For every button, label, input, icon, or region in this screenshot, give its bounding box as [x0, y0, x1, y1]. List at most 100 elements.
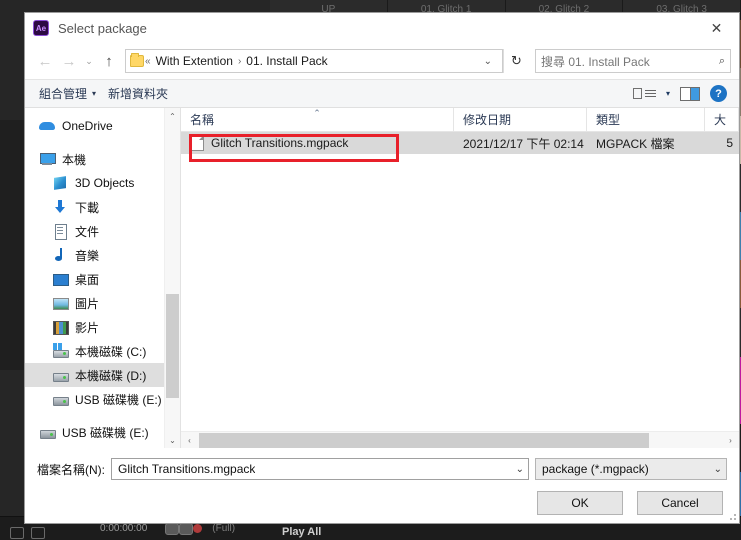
preview-pane-icon[interactable]	[680, 86, 700, 101]
select-package-dialog: Ae Select package ✕ ← → ⌄ ↑ « With Exten…	[24, 12, 740, 524]
column-header-size[interactable]: 大	[705, 108, 739, 131]
search-input[interactable]: 搜尋 01. Install Pack	[541, 53, 650, 70]
cloud-icon	[39, 118, 55, 134]
sidebar-item-label: 圖片	[75, 296, 100, 311]
address-bar[interactable]: « With Extention › 01. Install Pack ⌄	[125, 49, 503, 73]
forward-button[interactable]: →	[57, 49, 81, 73]
command-bar: 組合管理 ▾ 新增資料夾 ▾ ?	[25, 79, 739, 108]
drive-icon	[52, 367, 69, 383]
back-button[interactable]: ←	[33, 49, 57, 73]
file-name-label: Glitch Transitions.mgpack	[211, 136, 349, 150]
sidebar-item-label: 影片	[75, 320, 100, 335]
organize-button[interactable]: 組合管理 ▾	[33, 85, 102, 102]
cancel-button[interactable]: Cancel	[637, 491, 723, 515]
recent-locations-button[interactable]: ⌄	[81, 49, 97, 73]
sidebar-item-9[interactable]: 本機磁碟 (C:)	[25, 339, 180, 363]
filter-chevron-down-icon[interactable]: ⌄	[706, 464, 722, 475]
sidebar-item-label: 本機磁碟 (D:)	[75, 368, 147, 383]
new-folder-label: 新增資料夾	[108, 87, 169, 101]
sidebar-item-8[interactable]: 影片	[25, 315, 180, 339]
sidebar-item-3[interactable]: 下載	[25, 195, 180, 219]
sidebar-item-1[interactable]: 本機	[25, 147, 180, 171]
sidebar-item-12[interactable]: USB 磁碟機 (E:)	[25, 420, 180, 444]
sidebar-item-label: USB 磁碟機 (E:)	[62, 425, 149, 440]
music-icon	[52, 247, 68, 263]
table-row[interactable]: Glitch Transitions.mgpack 2021/12/17 下午 …	[181, 132, 739, 154]
column-header-size-label: 大	[714, 113, 727, 127]
sidebar-item-5[interactable]: 音樂	[25, 243, 180, 267]
refresh-icon[interactable]: ↻	[503, 49, 529, 73]
breadcrumb-overflow-icon[interactable]: «	[144, 56, 152, 67]
view-list-icon	[644, 90, 656, 97]
address-dropdown-icon[interactable]: ⌄	[478, 56, 498, 67]
view-grid-icon	[632, 88, 642, 99]
file-type-filter-select[interactable]: package (*.mgpack) ⌄	[535, 458, 727, 480]
desktop-icon	[52, 271, 69, 287]
3d-objects-icon	[52, 175, 68, 191]
usb-drive-icon	[52, 391, 69, 407]
sidebar-scroll-thumb[interactable]	[166, 294, 179, 398]
column-header-date-label: 修改日期	[463, 113, 512, 127]
after-effects-icon: Ae	[33, 20, 49, 36]
file-list-horizontal-scrollbar[interactable]: ‹ ›	[181, 431, 739, 448]
sidebar-item-label: 下載	[75, 200, 100, 215]
navigation-bar: ← → ⌄ ↑ « With Extention › 01. Install P…	[25, 43, 739, 79]
file-rows: Glitch Transitions.mgpack 2021/12/17 下午 …	[181, 132, 739, 431]
sidebar-tree: OneDrive 本機 3D Objects 下載文件音樂桌面圖片影片本機磁碟 (C:…	[25, 108, 180, 444]
scroll-down-icon[interactable]: ⌄	[165, 432, 180, 448]
search-icon: ⌕	[718, 54, 725, 67]
filename-row: 檔案名稱(N): Glitch Transitions.mgpack ⌄ pac…	[37, 458, 727, 480]
resize-grip[interactable]	[726, 510, 736, 520]
column-headers: ⌃ 名稱 修改日期 類型 大	[181, 108, 739, 132]
sort-ascending-icon: ⌃	[313, 108, 321, 118]
file-name-cell[interactable]: Glitch Transitions.mgpack	[181, 135, 454, 151]
bg-camera-icon	[165, 522, 180, 535]
sidebar-item-label: 文件	[75, 224, 100, 239]
file-list-pane: ⌃ 名稱 修改日期 類型 大 Glitch Transitions.mgpack…	[180, 108, 739, 448]
up-button[interactable]: ↑	[97, 49, 121, 73]
dialog-buttons: OK Cancel	[37, 491, 727, 515]
dialog-footer: 檔案名稱(N): Glitch Transitions.mgpack ⌄ pac…	[25, 448, 739, 523]
sidebar-item-0[interactable]: OneDrive	[25, 114, 180, 138]
sidebar-item-7[interactable]: 圖片	[25, 291, 180, 315]
scroll-left-icon[interactable]: ‹	[181, 436, 198, 445]
sidebar-item-10[interactable]: 本機磁碟 (D:)	[25, 363, 180, 387]
search-box[interactable]: 搜尋 01. Install Pack ⌕	[535, 49, 731, 73]
bg-timecode: 0:00:00:00	[100, 523, 148, 534]
usb-drive-icon	[39, 424, 56, 440]
breadcrumb-item-install-pack[interactable]: 01. Install Pack	[242, 54, 331, 68]
filename-chevron-down-icon[interactable]: ⌄	[508, 464, 524, 475]
scroll-up-icon[interactable]: ⌃	[165, 108, 180, 124]
bg-resolution-label: (Full)	[212, 523, 236, 534]
column-header-date[interactable]: 修改日期	[454, 108, 587, 131]
bg-toolbar-icons	[10, 527, 45, 539]
view-mode-button[interactable]	[632, 88, 656, 99]
help-icon[interactable]: ?	[710, 85, 727, 102]
hscroll-thumb[interactable]	[199, 432, 649, 448]
sidebar-item-label: 本機磁碟 (C:)	[75, 344, 147, 359]
breadcrumb-item-with-extention[interactable]: With Extention	[152, 54, 237, 68]
sidebar-item-4[interactable]: 文件	[25, 219, 180, 243]
sidebar-item-6[interactable]: 桌面	[25, 267, 180, 291]
chevron-down-icon: ▾	[92, 89, 97, 98]
pictures-icon	[52, 295, 69, 311]
sidebar-item-label: 音樂	[75, 248, 100, 263]
dialog-body: OneDrive 本機 3D Objects 下載文件音樂桌面圖片影片本機磁碟 (C:…	[25, 108, 739, 448]
view-mode-chevron-down-icon[interactable]: ▾	[666, 89, 670, 98]
computer-icon	[39, 151, 56, 167]
close-icon[interactable]: ✕	[694, 14, 739, 43]
dialog-titlebar: Ae Select package ✕	[25, 13, 739, 43]
bg-play-all-label: Play All	[282, 526, 322, 538]
column-header-name[interactable]: ⌃ 名稱	[181, 108, 454, 131]
new-folder-button[interactable]: 新增資料夾	[102, 85, 174, 102]
sidebar-scrollbar[interactable]: ⌃ ⌄	[164, 108, 180, 448]
filename-input[interactable]: Glitch Transitions.mgpack ⌄	[111, 458, 529, 480]
scroll-right-icon[interactable]: ›	[722, 436, 739, 445]
column-header-type[interactable]: 類型	[587, 108, 705, 131]
sidebar-item-11[interactable]: USB 磁碟機 (E:)	[25, 387, 180, 411]
windows-drive-icon	[52, 343, 69, 359]
sidebar-item-label: USB 磁碟機 (E:)	[75, 392, 162, 407]
sidebar-item-2[interactable]: 3D Objects	[25, 171, 180, 195]
file-type-cell: MGPACK 檔案	[596, 136, 675, 151]
ok-button[interactable]: OK	[537, 491, 623, 515]
